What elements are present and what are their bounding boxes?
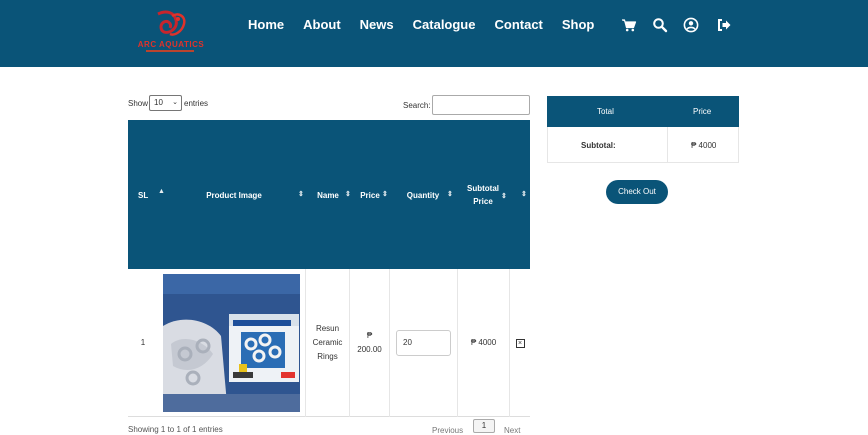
search-label: Search: bbox=[403, 101, 431, 110]
pagination-page-1[interactable]: 1 bbox=[473, 419, 495, 433]
header-product-image[interactable]: Product Image ⇕ bbox=[162, 183, 306, 207]
product-image[interactable] bbox=[163, 274, 300, 412]
header-quantity-label: Quantity bbox=[406, 190, 440, 200]
sort-icon: ⇕ bbox=[501, 193, 507, 200]
nav-shop[interactable]: Shop bbox=[562, 17, 595, 32]
chevron-down-icon: ⌄ bbox=[172, 99, 178, 106]
summary-total-header: Total bbox=[597, 107, 614, 116]
cell-subtotal: ₱ 4000 bbox=[458, 269, 510, 417]
summary-subtotal-row: Subtotal: ₱ 4000 bbox=[547, 127, 739, 163]
remove-item-icon[interactable]: × bbox=[515, 338, 525, 348]
nav-news[interactable]: News bbox=[360, 17, 394, 32]
header-product-image-label: Product Image bbox=[206, 190, 262, 200]
search-input[interactable] bbox=[432, 95, 530, 115]
cell-name: Resun Ceramic Rings bbox=[306, 269, 350, 417]
nav-about[interactable]: About bbox=[303, 17, 341, 32]
quantity-input[interactable]: 20 bbox=[396, 330, 451, 356]
summary-header: Total Price bbox=[547, 96, 739, 127]
table-header: SL ▲ Product Image ⇕ Name ⇕ Price ⇕ Quan… bbox=[128, 120, 530, 269]
main-menu: Home About News Catalogue Contact Shop bbox=[248, 17, 613, 32]
cell-sl: 1 bbox=[140, 338, 146, 347]
header-name-label: Name bbox=[317, 190, 339, 200]
pagination-previous[interactable]: Previous bbox=[432, 426, 463, 435]
entries-select-value: 10 bbox=[154, 98, 163, 107]
sort-icon: ⇕ bbox=[521, 191, 527, 198]
summary-divider bbox=[667, 127, 668, 162]
show-label: Show bbox=[128, 99, 149, 108]
summary-price-header: Price bbox=[693, 107, 712, 116]
table-row: 1 Resun Ceramic Rings ₱ 200.00 20 ₱ 4000… bbox=[128, 269, 530, 417]
entries-label: entries bbox=[184, 99, 209, 108]
header-name[interactable]: Name ⇕ bbox=[306, 183, 351, 207]
sort-icon: ⇕ bbox=[382, 191, 388, 198]
top-navbar: ARC AQUATICS Home About News Catalogue C… bbox=[0, 0, 868, 67]
brand-underline bbox=[146, 50, 194, 52]
pagination-next[interactable]: Next bbox=[504, 426, 520, 435]
brand-logo[interactable]: ARC AQUATICS bbox=[128, 10, 212, 54]
header-price-label: Price bbox=[360, 190, 380, 200]
logo-mark-icon bbox=[157, 10, 186, 36]
header-quantity[interactable]: Quantity ⇕ bbox=[390, 183, 456, 207]
product-name[interactable]: Resun Ceramic Rings bbox=[313, 322, 343, 364]
cell-price: ₱ 200.00 bbox=[350, 269, 390, 417]
cell-remove: × bbox=[510, 269, 530, 417]
user-icon[interactable] bbox=[683, 17, 699, 33]
sort-icon: ⇕ bbox=[447, 191, 453, 198]
price-value: 200.00 bbox=[357, 345, 382, 354]
brand-name: ARC AQUATICS bbox=[137, 40, 205, 49]
header-price[interactable]: Price ⇕ bbox=[350, 183, 390, 207]
entries-select[interactable]: 10 ⌄ bbox=[149, 95, 182, 111]
subtotal-value: ₱ 4000 bbox=[691, 141, 717, 150]
checkout-button[interactable]: Check Out bbox=[606, 180, 668, 204]
cell-quantity: 20 bbox=[390, 269, 458, 417]
nav-contact[interactable]: Contact bbox=[494, 17, 542, 32]
nav-home[interactable]: Home bbox=[248, 17, 284, 32]
header-subtotal[interactable]: Subtotal Price ⇕ bbox=[458, 180, 508, 210]
subtotal-label: Subtotal: bbox=[581, 141, 616, 150]
header-sl-label: SL bbox=[138, 190, 149, 200]
header-actions[interactable]: ⇕ bbox=[512, 183, 530, 207]
search-icon[interactable] bbox=[652, 17, 668, 33]
logout-icon[interactable] bbox=[716, 17, 732, 33]
datatable-controls: Show 10 ⌄ entries Search: bbox=[128, 95, 530, 117]
price-currency: ₱ bbox=[366, 331, 373, 340]
sort-icon: ⇕ bbox=[298, 191, 304, 198]
cart-icon[interactable] bbox=[621, 17, 637, 33]
nav-catalogue[interactable]: Catalogue bbox=[413, 17, 476, 32]
